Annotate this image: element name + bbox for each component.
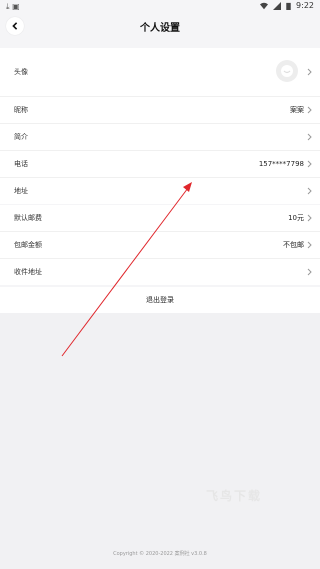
row-label: 头像 bbox=[14, 68, 28, 76]
copyright-footer: Copyright © 2020-2022 案例社 v3.0.8 bbox=[113, 551, 207, 557]
row-value: 不包邮 bbox=[283, 241, 304, 249]
logout-button[interactable]: 退出登录 bbox=[0, 287, 320, 313]
row-label: 收件地址 bbox=[14, 268, 42, 276]
user-icon bbox=[281, 65, 293, 77]
battery-icon bbox=[286, 2, 291, 10]
chevron-right-icon bbox=[307, 160, 312, 168]
page-title: 个人设置 bbox=[140, 23, 180, 34]
row-label: 昵称 bbox=[14, 106, 28, 114]
shop-settings-group: 默认邮费 10元 包邮金额 不包邮 收件地址 bbox=[0, 205, 320, 285]
settings-row-receiving-address[interactable]: 收件地址 bbox=[0, 259, 320, 285]
signal-icon bbox=[273, 1, 282, 10]
row-value: 案案 bbox=[290, 106, 304, 114]
logout-label: 退出登录 bbox=[146, 296, 174, 304]
chevron-right-icon bbox=[307, 187, 312, 195]
settings-row-default-postage[interactable]: 默认邮费 10元 bbox=[0, 205, 320, 232]
row-label: 地址 bbox=[14, 187, 28, 195]
row-label: 默认邮费 bbox=[14, 214, 42, 222]
avatar[interactable] bbox=[276, 60, 298, 82]
settings-row-phone[interactable]: 电话 157****7798 bbox=[0, 151, 320, 178]
chevron-right-icon bbox=[307, 268, 312, 276]
settings-row-address[interactable]: 地址 bbox=[0, 178, 320, 204]
settings-row-avatar[interactable]: 头像 bbox=[0, 48, 320, 97]
status-time: 9:22 bbox=[296, 1, 314, 10]
row-label: 包邮金额 bbox=[14, 241, 42, 249]
row-label: 电话 bbox=[14, 160, 28, 168]
chevron-right-icon bbox=[307, 241, 312, 249]
download-icon: ⤓ ▣ bbox=[6, 2, 20, 11]
row-value: 10元 bbox=[288, 214, 304, 222]
watermark-text: 飞鸟下载 bbox=[206, 489, 263, 503]
empty-area bbox=[0, 313, 320, 569]
settings-row-nickname[interactable]: 昵称 案案 bbox=[0, 97, 320, 124]
status-bar: ⤓ ▣ 9:22 bbox=[0, 0, 320, 14]
settings-row-bio[interactable]: 简介 bbox=[0, 124, 320, 151]
profile-settings-group: 头像 昵称 案案 简介 电话 157****7798 地址 bbox=[0, 48, 320, 204]
chevron-right-icon bbox=[307, 106, 312, 114]
row-value: 157****7798 bbox=[258, 160, 304, 168]
row-label: 简介 bbox=[14, 133, 28, 141]
page-header: 个人设置 bbox=[0, 14, 320, 40]
chevron-right-icon bbox=[307, 214, 312, 222]
chevron-right-icon bbox=[307, 133, 312, 141]
wifi-icon bbox=[260, 2, 269, 9]
chevron-right-icon bbox=[307, 68, 312, 76]
settings-row-free-shipping-amount[interactable]: 包邮金额 不包邮 bbox=[0, 232, 320, 259]
